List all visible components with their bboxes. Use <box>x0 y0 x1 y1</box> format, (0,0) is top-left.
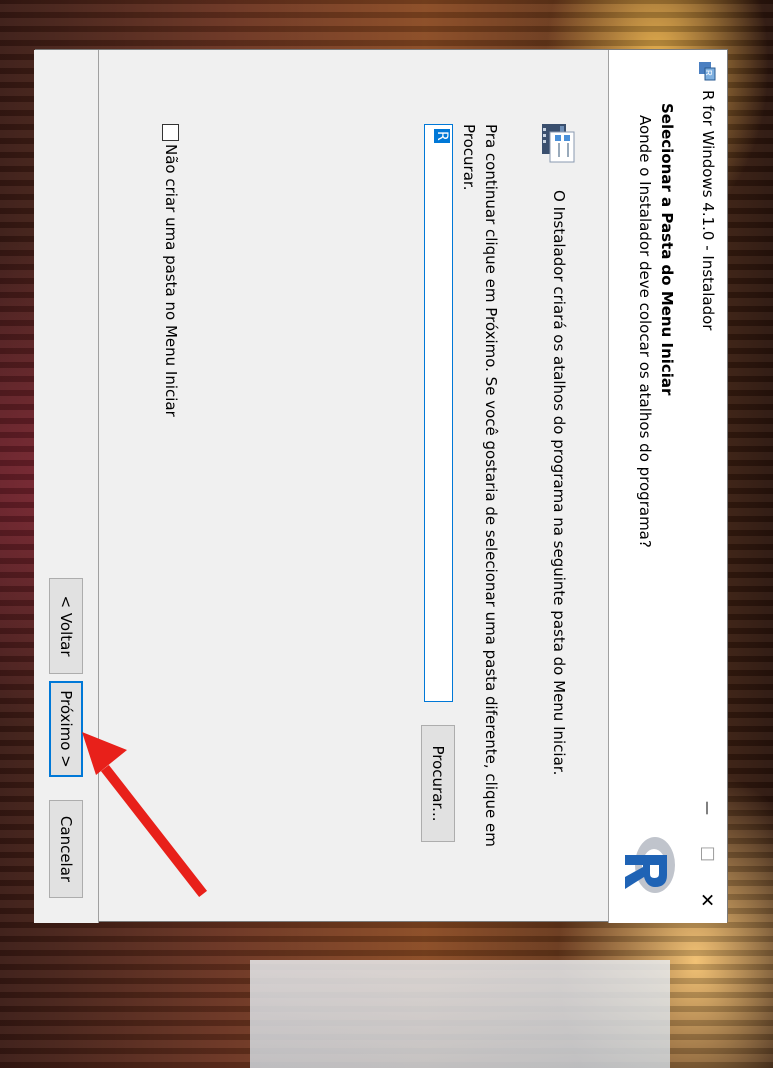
wizard-footer: < Voltar Próximo > Cancelar <box>34 50 99 923</box>
r-setup-icon: R <box>699 62 716 81</box>
wizard-content: O Instalador criará os atalhos do progra… <box>99 50 608 923</box>
desktop-background-window <box>250 960 670 1068</box>
folder-description: O Instalador criará os atalhos do progra… <box>550 190 568 776</box>
start-menu-folder-input[interactable]: R <box>424 124 453 702</box>
installer-dialog: R R for Windows 4.1.0 - Instalador — ☐ ✕… <box>34 49 728 923</box>
wizard-header: Selecionar a Pasta do Menu Iniciar Aonde… <box>608 50 687 923</box>
maximize-button[interactable]: ☐ <box>687 831 727 877</box>
minimize-button[interactable]: — <box>687 785 727 831</box>
minimize-icon: — <box>699 801 715 815</box>
no-folder-checkbox-label[interactable]: Não criar uma pasta no Menu Iniciar <box>162 144 180 417</box>
close-icon: ✕ <box>696 892 718 908</box>
title-bar[interactable]: R R for Windows 4.1.0 - Instalador — ☐ ✕ <box>687 50 727 923</box>
maximize-icon: ☐ <box>696 845 718 863</box>
browse-button[interactable]: Procurar... <box>421 725 455 842</box>
instructions-text: Pra continuar clique em Próximo. Se você… <box>460 124 500 847</box>
close-button[interactable]: ✕ <box>687 877 727 923</box>
page-subtitle: Aonde o Instalador deve colocar os atalh… <box>636 115 654 548</box>
cancel-button[interactable]: Cancelar <box>49 800 83 898</box>
back-button[interactable]: < Voltar <box>49 578 83 674</box>
page-title: Selecionar a Pasta do Menu Iniciar <box>658 103 676 396</box>
folder-input-value: R <box>434 129 450 143</box>
no-folder-checkbox[interactable] <box>162 124 180 141</box>
svg-text:R: R <box>704 70 713 76</box>
next-button[interactable]: Próximo > <box>49 681 83 777</box>
start-menu-folder-icon <box>542 124 575 163</box>
r-logo-icon <box>625 837 675 893</box>
no-folder-option[interactable]: Não criar uma pasta no Menu Iniciar <box>162 124 180 417</box>
window-title: R for Windows 4.1.0 - Instalador <box>699 90 717 331</box>
